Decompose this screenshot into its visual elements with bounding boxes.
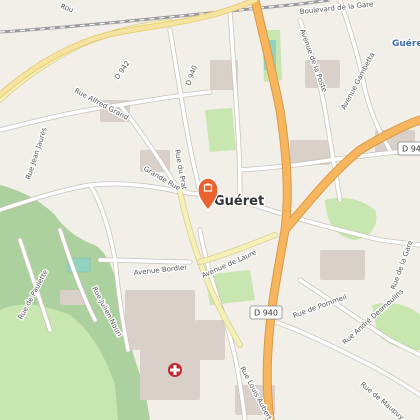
city-label-gueret-station: Guéret: [392, 38, 420, 49]
label-rue-jean-jaures: Rue Jean Jaurès: [24, 126, 48, 180]
hospital-cross-icon[interactable]: [168, 363, 182, 377]
shield-d940-center: D 940: [249, 305, 283, 320]
label-d942: D 942: [113, 59, 132, 81]
map-canvas[interactable]: Rue Alfred Grand Rue Jean Jaurès Grande …: [0, 0, 420, 420]
shield-d940-right: D 940: [397, 141, 420, 156]
shield-d940-right-text: D 940: [402, 145, 420, 154]
label-rue-de-maupuy: Rue de Maupuy: [359, 380, 406, 420]
label-rue-de-la-gare: Rue de la Gare: [389, 239, 414, 290]
label-avenue-bordier: Avenue Bordier: [133, 263, 187, 277]
park-center: [205, 108, 236, 152]
label-road-top-left: Rou: [59, 2, 74, 14]
city-label-gueret: Guéret: [214, 194, 264, 209]
shield-d940-center-text: D 940: [254, 309, 278, 318]
label-d940-top: D 940: [184, 64, 199, 86]
